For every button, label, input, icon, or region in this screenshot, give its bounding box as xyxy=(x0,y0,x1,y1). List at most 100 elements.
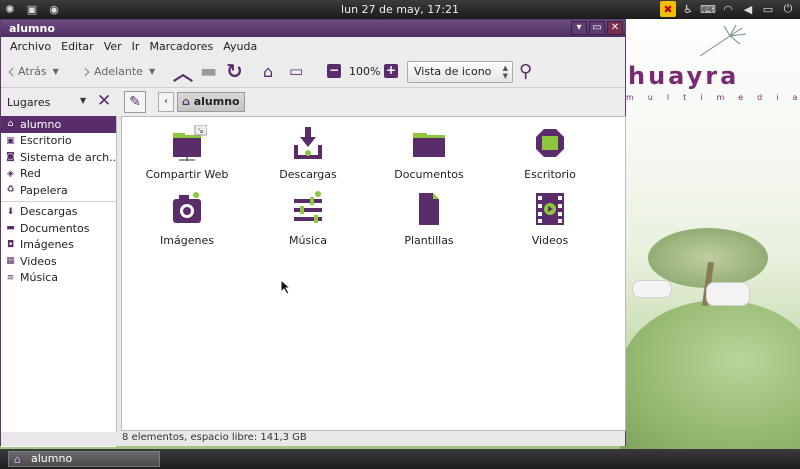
volume-icon[interactable]: ◀ xyxy=(740,1,756,17)
up-icon[interactable]: ︿ xyxy=(173,59,193,85)
sidebar-item-label: alumno xyxy=(20,117,62,131)
taskbar-item-alumno[interactable]: ⌂ alumno xyxy=(8,451,160,467)
computer-icon[interactable]: ▭ xyxy=(289,59,303,83)
file-label: Videos xyxy=(531,234,569,247)
file-label: Documentos xyxy=(394,168,464,181)
edit-location-button[interactable]: ✎ xyxy=(124,91,146,113)
back-arrow-icon: ‹ xyxy=(7,59,15,83)
desktop-folder-icon xyxy=(536,129,564,157)
zoom-out-button[interactable]: − xyxy=(327,59,341,83)
menu-ayuda[interactable]: Ayuda xyxy=(218,40,262,53)
keyboard-icon[interactable]: ⌨ xyxy=(700,1,716,17)
sidebar-item-videos[interactable]: ▦ Videos xyxy=(1,253,116,270)
places-dropdown-icon[interactable]: ▼ xyxy=(80,96,86,105)
cow-graphic xyxy=(706,282,750,306)
view-mode-select[interactable]: Vista de icono ▲ ▼ xyxy=(407,61,513,83)
wifi-icon[interactable]: ◠ xyxy=(720,1,736,17)
status-bar: 8 elementos, espacio libre: 141,3 GB xyxy=(1,432,625,446)
file-imagenes[interactable]: Imágenes xyxy=(132,191,242,247)
file-label: Plantillas xyxy=(404,234,454,247)
menu-editar[interactable]: Editar xyxy=(56,40,99,53)
power-icon[interactable]: ⏻ xyxy=(780,1,796,17)
breadcrumb-alumno[interactable]: ⌂ alumno xyxy=(177,92,245,112)
apps-menu-icon[interactable]: ✺ xyxy=(2,1,18,17)
forward-dropdown-icon: ▼ xyxy=(148,66,156,76)
sidebar-separator xyxy=(1,200,116,202)
maximize-button[interactable]: ▭ xyxy=(589,21,605,35)
file-plantillas[interactable]: Plantillas xyxy=(374,191,484,247)
file-view[interactable]: ↘ Compartir Web Descargas Documentos Esc… xyxy=(121,116,626,431)
sidebar-item-imagenes[interactable]: ◘ Imágenes xyxy=(1,237,116,254)
minimize-button[interactable]: ▾ xyxy=(571,21,587,35)
shared-folder-icon: ↘ xyxy=(173,124,208,161)
breadcrumb-back-button[interactable]: ‹ xyxy=(158,92,174,112)
close-button[interactable]: ✕ xyxy=(607,21,623,35)
sidebar-item-filesystem[interactable]: ◙ Sistema de arch... xyxy=(1,149,116,166)
file-descargas[interactable]: Descargas xyxy=(253,125,363,181)
sidebar-item-label: Escritorio xyxy=(20,134,72,148)
pictures-folder-icon xyxy=(173,192,201,223)
brand-logo: huayra xyxy=(628,62,740,90)
hill-graphic xyxy=(620,300,800,450)
sidebar-item-musica[interactable]: ≡ Música xyxy=(1,270,116,287)
forward-button[interactable]: › Adelante ▼ xyxy=(83,59,155,83)
back-button[interactable]: ‹ Atrás ▼ xyxy=(7,59,59,83)
zoom-in-button[interactable]: + xyxy=(384,59,398,83)
file-compartir-web[interactable]: ↘ Compartir Web xyxy=(132,124,242,181)
forward-arrow-icon: › xyxy=(83,59,91,83)
title-bar[interactable]: alumno ▾ ▭ ✕ xyxy=(1,20,625,37)
places-icon[interactable]: ▣ xyxy=(24,1,40,17)
music-icon: ≡ xyxy=(6,272,15,283)
music-folder-icon xyxy=(294,191,322,223)
stop-icon[interactable]: ▬ xyxy=(200,59,217,83)
svg-text:↘: ↘ xyxy=(197,126,204,135)
places-label[interactable]: Lugares xyxy=(7,96,50,109)
home-small-icon: ⌂ xyxy=(182,95,190,108)
sidebar-item-alumno[interactable]: ⌂ alumno xyxy=(1,116,116,133)
home-task-icon: ⌂ xyxy=(14,453,21,466)
sidebar-item-papelera[interactable]: ♻ Papelera xyxy=(1,182,116,199)
clock[interactable]: lun 27 de may, 17:21 xyxy=(300,3,500,16)
gamepad-icon[interactable]: ◉ xyxy=(46,1,62,17)
sidebar-item-label: Música xyxy=(20,271,59,285)
file-label: Música xyxy=(288,234,328,247)
trash-icon: ♻ xyxy=(6,185,15,196)
menu-archivo[interactable]: Archivo xyxy=(5,40,56,53)
desktop-icon: ▣ xyxy=(6,135,15,146)
sidebar-item-label: Red xyxy=(20,167,41,181)
documents-folder-icon xyxy=(413,133,445,157)
forward-label: Adelante xyxy=(94,64,143,78)
close-sidebar-icon[interactable]: ✕ xyxy=(97,93,111,110)
back-dropdown-icon: ▼ xyxy=(52,66,59,76)
sidebar-item-label: Documentos xyxy=(20,221,90,235)
alert-icon[interactable]: ✖ xyxy=(660,1,676,17)
sidebar-item-escritorio[interactable]: ▣ Escritorio xyxy=(1,133,116,150)
sidebar-item-red[interactable]: ◈ Red xyxy=(1,166,116,183)
menu-marcadores[interactable]: Marcadores xyxy=(144,40,218,53)
sidebar-item-descargas[interactable]: ⬇ Descargas xyxy=(1,204,116,221)
file-escritorio[interactable]: Escritorio xyxy=(495,125,605,181)
accessibility-icon[interactable]: ♿ xyxy=(680,1,696,17)
sidebar-item-label: Papelera xyxy=(20,183,68,197)
menu-ir[interactable]: Ir xyxy=(127,40,145,53)
zoom-out-icon: − xyxy=(327,63,341,78)
view-mode-value: Vista de icono xyxy=(414,65,492,78)
file-documentos[interactable]: Documentos xyxy=(374,125,484,181)
battery-icon[interactable]: ▭ xyxy=(760,1,776,17)
reload-icon[interactable]: ↻ xyxy=(226,59,243,83)
file-label: Descargas xyxy=(279,168,337,181)
search-icon[interactable]: ⚲ xyxy=(519,59,532,83)
sidebar-item-documentos[interactable]: ▬ Documentos xyxy=(1,220,116,237)
sidebar-item-label: Imágenes xyxy=(20,238,74,252)
home-icon[interactable]: ⌂ xyxy=(263,59,273,83)
templates-folder-icon xyxy=(419,193,439,225)
select-arrows-icon: ▲ ▼ xyxy=(502,64,508,80)
network-icon: ◈ xyxy=(7,168,14,179)
window-title: alumno xyxy=(9,22,55,35)
breadcrumb-label: alumno xyxy=(193,95,240,108)
dandelion-graphic xyxy=(699,24,747,57)
file-videos[interactable]: Videos xyxy=(495,191,605,247)
menu-ver[interactable]: Ver xyxy=(99,40,127,53)
back-label: Atrás xyxy=(18,64,47,78)
file-musica[interactable]: Música xyxy=(253,191,363,247)
